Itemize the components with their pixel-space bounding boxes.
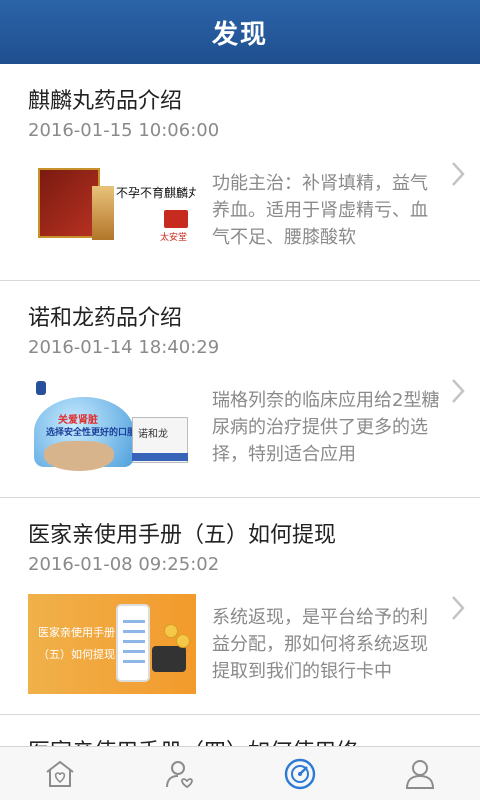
thumbnail-slogan: 不孕不育麒麟丸 (116, 186, 196, 200)
hand-image (44, 441, 114, 471)
article-thumbnail: 关爱肾脏 选择安全性更好的口服降糖药 诺和龙 (28, 377, 196, 477)
brand-name: 太安堂 (160, 233, 188, 243)
article-title: 麒麟丸药品介绍 (28, 89, 183, 114)
article-excerpt: 功能主治：补肾填精，益气养血。适用于肾虚精亏、血气不足、腰膝酸软 (212, 173, 428, 248)
article-title: 医家亲使用手册（四）如何使用修 (28, 734, 358, 746)
thumbnail-headline: 医家亲使用手册 (38, 626, 115, 639)
chevron-right-icon (452, 596, 465, 620)
pack-stripe (132, 453, 188, 461)
article-title: 医家亲使用手册（五）如何提现 (28, 523, 337, 548)
header-bar: 发现 (0, 0, 480, 64)
article-card[interactable]: 医家亲使用手册（五）如何提现 2016-01-08 09:25:02 医家亲使用… (0, 498, 480, 715)
page-title: 发现 (211, 19, 268, 50)
tab-profile[interactable] (390, 747, 450, 800)
medicine-bottle-image (92, 186, 114, 240)
phone-image (116, 604, 150, 682)
article-date: 2016-01-08 09:25:02 (28, 554, 220, 575)
article-card[interactable]: 麒麟丸药品介绍 2016-01-15 10:06:00 不孕不育麒麟丸 太安堂 … (0, 64, 480, 281)
article-thumbnail: 不孕不育麒麟丸 太安堂 (28, 160, 196, 260)
article-feed[interactable]: 麒麟丸药品介绍 2016-01-15 10:06:00 不孕不育麒麟丸 太安堂 … (0, 64, 480, 746)
article-excerpt: 系统返现，是平台给予的利益分配，那如何将系统返现提取到我们的银行卡中 (212, 607, 428, 682)
article-card[interactable]: 医家亲使用手册（四）如何使用修 (0, 715, 480, 746)
chevron-right-icon (452, 162, 465, 186)
pack-label: 诺和龙 (138, 429, 168, 440)
wallet-image (152, 646, 186, 672)
profile-icon (405, 759, 435, 789)
coin-image (176, 634, 190, 648)
thumbnail-subline: （五）如何提现 (38, 648, 115, 661)
brand-logo (164, 210, 188, 228)
article-excerpt: 瑞格列奈的临床应用给2型糖尿病的治疗提供了更多的选择，特别适合应用 (212, 390, 440, 465)
chevron-right-icon (452, 379, 465, 403)
medicine-box-image (38, 168, 100, 238)
brand-logo (36, 381, 46, 395)
article-title: 诺和龙药品介绍 (28, 306, 183, 331)
home-heart-icon (46, 760, 74, 787)
thumbnail-headline: 关爱肾脏 (58, 415, 98, 426)
tab-doctors[interactable] (150, 747, 210, 800)
article-date: 2016-01-14 18:40:29 (28, 337, 220, 358)
discover-compass-icon (284, 758, 316, 789)
article-date: 2016-01-15 10:06:00 (28, 120, 220, 141)
article-card[interactable]: 诺和龙药品介绍 2016-01-14 18:40:29 关爱肾脏 选择安全性更好… (0, 281, 480, 498)
tab-discover[interactable] (270, 747, 330, 800)
tab-home[interactable] (30, 747, 90, 800)
bottom-tab-bar (0, 746, 480, 800)
coin-image (164, 624, 178, 638)
article-thumbnail: 医家亲使用手册 （五）如何提现 (28, 594, 196, 694)
doctor-heart-icon (166, 760, 193, 788)
